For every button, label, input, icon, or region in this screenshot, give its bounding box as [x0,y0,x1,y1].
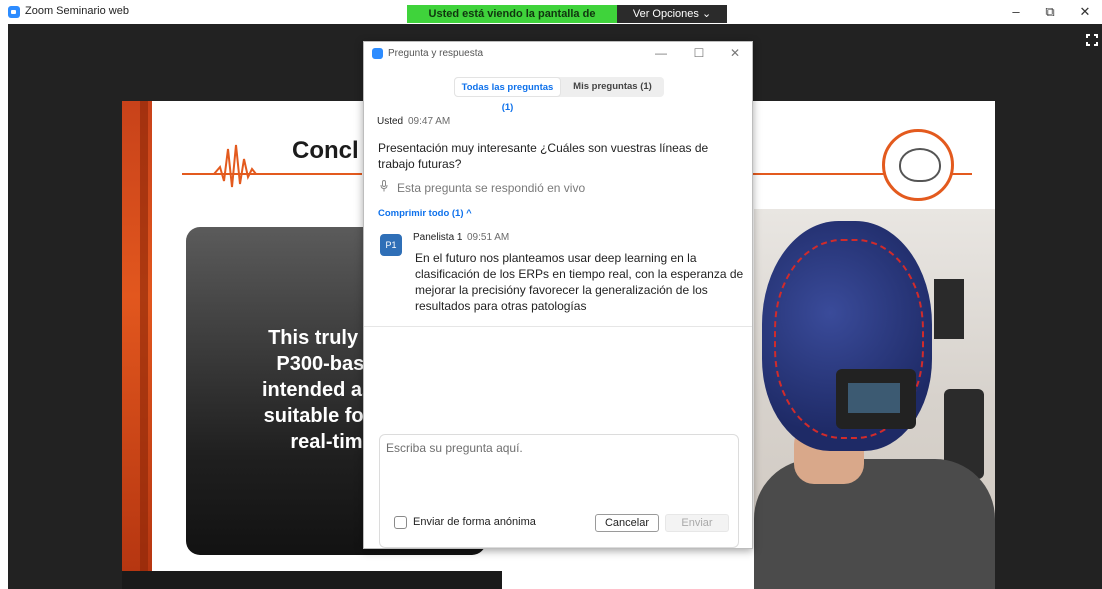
qa-close-button[interactable]: ✕ [726,46,744,60]
answer-text: En el futuro nos planteamos usar deep le… [415,251,744,313]
heartbeat-wave-icon [202,144,272,188]
view-options-button[interactable]: Ver Opciones ⌄ [617,5,727,23]
collapse-all-link[interactable]: Comprimir todo (1) ^ [378,208,472,219]
zoom-qa-icon [372,48,383,59]
photo-eeg-amplifier [836,369,916,429]
send-button[interactable]: Enviar [665,514,729,532]
close-button[interactable]: ✕ [1075,4,1095,20]
slide-bottom-bar [122,571,502,589]
app-title: Zoom Seminario web [25,5,129,17]
minimize-button[interactable]: – [1006,4,1026,19]
microphone-icon [380,180,388,192]
answer-author: Panelista 1 [413,232,463,243]
eeg-cap-photo [754,209,995,589]
qa-title: Pregunta y respuesta [388,48,484,59]
qa-tabs: Todas las preguntas (1) Mis preguntas (1… [454,77,664,113]
anonymous-checkbox[interactable] [394,516,407,529]
question-time: 09:47 AM [408,116,451,127]
qa-maximize-button[interactable]: ☐ [690,46,708,60]
zoom-app-icon [8,6,20,18]
screen-sharing-banner: Usted está viendo la pantalla de Panelis… [407,5,617,38]
slide-decoration-band-inner [140,101,148,589]
slide-title: Concl [292,137,359,164]
restore-button[interactable]: ⧉ [1040,4,1060,20]
qa-titlebar[interactable]: Pregunta y respuesta — ☐ ✕ [364,42,752,66]
qa-minimize-button[interactable]: — [652,46,670,60]
brain-logo-icon [882,129,954,201]
answer-time: 09:51 AM [467,232,510,243]
fullscreen-icon[interactable] [1086,34,1098,46]
qa-dialog: Pregunta y respuesta — ☐ ✕ Todas las pre… [363,41,753,549]
question-author: Usted [377,116,404,127]
qa-divider [364,326,752,327]
question-text: Presentación muy interesante ¿Cuáles son… [378,141,709,171]
photo-shirt [754,459,995,589]
main-titlebar: Zoom Seminario web Usted está viendo la … [0,0,1102,38]
cancel-button[interactable]: Cancelar [595,514,659,532]
question-input[interactable] [386,441,731,501]
photo-computer [934,279,964,339]
tab-my-questions[interactable]: Mis preguntas (1) [561,77,664,97]
answered-live-note: Esta pregunta se respondió en vivo [397,181,586,195]
anonymous-label: Enviar de forma anónima [413,516,536,528]
panelist-avatar: P1 [380,234,402,256]
question-compose-box: Enviar de forma anónima Cancelar Enviar [379,434,739,548]
tab-all-questions[interactable]: Todas las preguntas (1) [454,77,561,113]
